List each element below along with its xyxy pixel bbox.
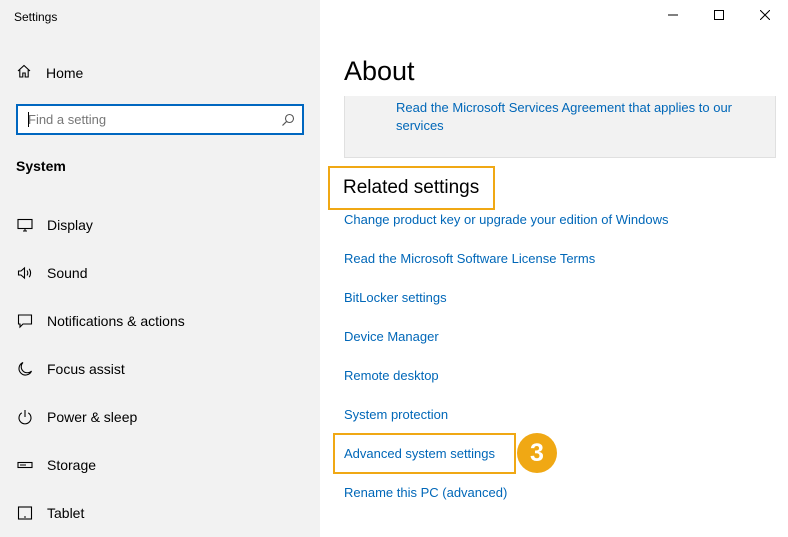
sidebar-item-display[interactable]: Display [0,201,320,249]
remote-desktop-link[interactable]: Remote desktop [344,368,439,383]
search-box[interactable] [16,104,304,135]
advanced-settings-highlight [333,433,516,474]
storage-icon [16,456,34,474]
change-product-key-link[interactable]: Change product key or upgrade your editi… [344,212,668,227]
device-manager-link[interactable]: Device Manager [344,329,439,344]
sidebar-item-focus-assist[interactable]: Focus assist [0,345,320,393]
close-button[interactable] [742,0,788,32]
sound-icon [16,264,34,282]
sidebar-item-label: Tablet [47,505,85,521]
step-number-badge: 3 [517,433,557,473]
maximize-button[interactable] [696,0,742,32]
sidebar-item-label: Sound [47,265,88,281]
rename-pc-link[interactable]: Rename this PC (advanced) [344,485,507,500]
section-title: System [16,158,66,174]
window-title: Settings [14,10,58,24]
license-terms-link[interactable]: Read the Microsoft Software License Term… [344,251,595,266]
system-protection-link[interactable]: System protection [344,407,448,422]
home-label: Home [46,65,84,81]
notifications-icon [16,312,34,330]
sidebar-item-label: Display [47,217,93,233]
sidebar-item-notifications[interactable]: Notifications & actions [0,297,320,345]
display-icon [16,216,34,234]
search-input[interactable] [18,106,274,133]
home-nav-item[interactable]: Home [16,62,83,84]
sidebar-item-label: Notifications & actions [47,313,185,329]
minimize-icon [668,7,678,25]
power-icon [16,408,34,426]
maximize-icon [714,7,724,25]
sidebar-item-storage[interactable]: Storage [0,441,320,489]
window-controls [650,0,788,32]
search-icon[interactable] [274,106,302,133]
tablet-icon [16,504,34,522]
services-info-box: Read the Microsoft Services Agreement th… [344,96,776,158]
sidebar: Settings Home System Display Sound [0,0,320,537]
related-settings-highlight: Related settings [328,166,495,210]
sidebar-item-label: Power & sleep [47,409,138,425]
sidebar-item-label: Focus assist [47,361,125,377]
sidebar-item-sound[interactable]: Sound [0,249,320,297]
minimize-button[interactable] [650,0,696,32]
close-icon [759,7,771,25]
sidebar-nav: Display Sound Notifications & actions Fo… [0,201,320,537]
related-settings-title: Related settings [343,177,480,198]
page-title: About [344,56,415,86]
bitlocker-settings-link[interactable]: BitLocker settings [344,290,447,305]
text-caret [28,112,29,127]
sidebar-item-tablet[interactable]: Tablet [0,489,320,537]
sidebar-item-label: Storage [47,457,97,473]
services-agreement-link[interactable]: Read the Microsoft Services Agreement th… [396,99,736,135]
home-icon [16,63,32,84]
sidebar-item-power-sleep[interactable]: Power & sleep [0,393,320,441]
moon-icon [16,360,34,378]
